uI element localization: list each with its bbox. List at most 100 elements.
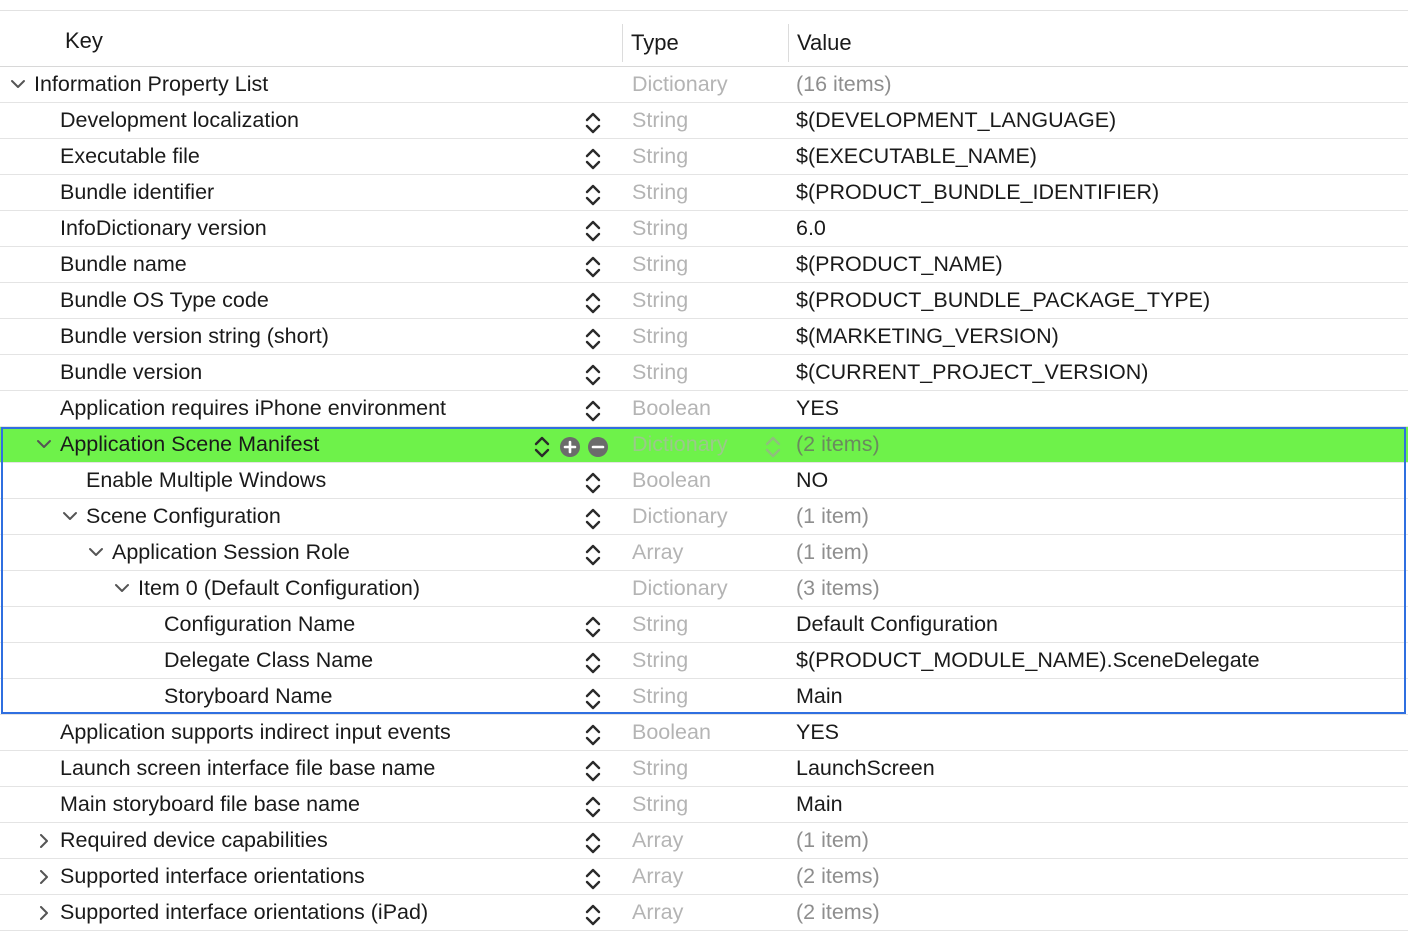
row-type[interactable]: Boolean — [632, 391, 711, 426]
row-type[interactable]: String — [632, 175, 688, 210]
row-type[interactable]: String — [632, 319, 688, 354]
row-type[interactable]: String — [632, 355, 688, 390]
type-popup-stepper-icon[interactable] — [764, 435, 784, 458]
plist-row[interactable]: InfoDictionary version String 6.0 — [0, 211, 1408, 247]
minus-circle-icon[interactable] — [587, 436, 608, 457]
plist-row[interactable]: Delegate Class Name String $(PRODUCT_MODUL… — [0, 643, 1408, 679]
up-down-stepper-icon[interactable] — [584, 363, 604, 386]
chevron-down-icon[interactable] — [34, 427, 54, 462]
row-value[interactable]: $(MARKETING_VERSION) — [796, 319, 1059, 354]
plist-row[interactable]: Executable file String $(EXECUTABLE_NAME) — [0, 139, 1408, 175]
row-value[interactable]: $(CURRENT_PROJECT_VERSION) — [796, 355, 1148, 390]
plist-row[interactable]: Development localization String $(DEVELOPM… — [0, 103, 1408, 139]
plus-circle-icon[interactable] — [559, 436, 580, 457]
row-type[interactable]: String — [632, 283, 688, 318]
row-value[interactable]: (2 items) — [796, 895, 880, 930]
up-down-stepper-icon[interactable] — [584, 867, 604, 890]
up-down-stepper-icon[interactable] — [584, 543, 604, 566]
plist-row[interactable]: Required device capabilities Array (1 item… — [0, 823, 1408, 859]
up-down-stepper-icon[interactable] — [584, 111, 604, 134]
plist-row[interactable]: Application Session Role Array (1 item) — [0, 535, 1408, 571]
plist-row[interactable]: Bundle identifier String $(PRODUCT_BUNDLE_… — [0, 175, 1408, 211]
row-value[interactable]: LaunchScreen — [796, 751, 935, 786]
row-value[interactable]: Main — [796, 679, 843, 714]
up-down-stepper-icon[interactable] — [584, 795, 604, 818]
plist-row[interactable]: Bundle OS Type code String $(PRODUCT_BUNDL… — [0, 283, 1408, 319]
plist-row[interactable]: Supported interface orientations Array (2 … — [0, 859, 1408, 895]
row-value[interactable]: (1 item) — [796, 823, 869, 858]
up-down-stepper-icon[interactable] — [584, 219, 604, 242]
row-type[interactable]: Array — [632, 535, 683, 570]
column-header-type[interactable]: Type — [622, 24, 679, 62]
row-type[interactable]: Boolean — [632, 715, 711, 750]
row-value[interactable]: $(DEVELOPMENT_LANGUAGE) — [796, 103, 1116, 138]
plist-row[interactable]: Storyboard Name String Main — [0, 679, 1408, 715]
row-value[interactable]: (3 items) — [796, 571, 880, 606]
plist-row[interactable]: Supported interface orientations (iPad) A… — [0, 895, 1408, 931]
row-value[interactable]: NO — [796, 463, 828, 498]
row-value[interactable]: $(PRODUCT_NAME) — [796, 247, 1003, 282]
row-value[interactable]: YES — [796, 391, 839, 426]
row-type[interactable]: Dictionary — [632, 427, 728, 462]
row-type[interactable]: Array — [632, 859, 683, 894]
up-down-stepper-icon[interactable] — [584, 831, 604, 854]
plist-row[interactable]: Main storyboard file base name String Main — [0, 787, 1408, 823]
row-type[interactable]: Dictionary — [632, 499, 728, 534]
chevron-right-icon[interactable] — [34, 823, 54, 858]
up-down-stepper-icon[interactable] — [584, 183, 604, 206]
up-down-stepper-icon[interactable] — [584, 471, 604, 494]
up-down-stepper-icon[interactable] — [584, 687, 604, 710]
column-header-key[interactable]: Key — [65, 22, 103, 66]
row-type[interactable]: String — [632, 247, 688, 282]
row-value[interactable]: (16 items) — [796, 67, 892, 102]
row-value[interactable]: Default Configuration — [796, 607, 998, 642]
plist-row[interactable]: Bundle name String $(PRODUCT_NAME) — [0, 247, 1408, 283]
row-type[interactable]: Array — [632, 823, 683, 858]
up-down-stepper-icon[interactable] — [584, 507, 604, 530]
row-value[interactable]: $(EXECUTABLE_NAME) — [796, 139, 1037, 174]
row-type[interactable]: String — [632, 679, 688, 714]
chevron-down-icon[interactable] — [60, 499, 80, 534]
row-value[interactable]: $(PRODUCT_BUNDLE_PACKAGE_TYPE) — [796, 283, 1210, 318]
chevron-down-icon[interactable] — [86, 535, 106, 570]
row-type[interactable]: Array — [632, 895, 683, 930]
chevron-down-icon[interactable] — [8, 67, 28, 102]
plist-row[interactable]: Configuration Name String Default Configur… — [0, 607, 1408, 643]
up-down-stepper-icon[interactable] — [584, 759, 604, 782]
up-down-stepper-icon[interactable] — [584, 651, 604, 674]
plist-row[interactable]: Application supports indirect input even… — [0, 715, 1408, 751]
up-down-stepper-icon[interactable] — [533, 435, 553, 458]
row-value[interactable]: (1 item) — [796, 499, 869, 534]
row-value[interactable]: 6.0 — [796, 211, 826, 246]
up-down-stepper-icon[interactable] — [584, 399, 604, 422]
row-value[interactable]: (2 items) — [796, 427, 880, 462]
chevron-right-icon[interactable] — [34, 859, 54, 894]
row-value[interactable]: Main — [796, 787, 843, 822]
chevron-right-icon[interactable] — [34, 895, 54, 930]
plist-row[interactable]: Application requires iPhone environment B… — [0, 391, 1408, 427]
plist-row[interactable]: Bundle version String $(CURRENT_PROJECT_VE… — [0, 355, 1408, 391]
row-value[interactable]: $(PRODUCT_BUNDLE_IDENTIFIER) — [796, 175, 1159, 210]
row-type[interactable]: Dictionary — [632, 67, 728, 102]
row-value[interactable]: (2 items) — [796, 859, 880, 894]
row-type[interactable]: String — [632, 751, 688, 786]
row-type[interactable]: Boolean — [632, 463, 711, 498]
row-type[interactable]: String — [632, 139, 688, 174]
row-type[interactable]: String — [632, 607, 688, 642]
row-value[interactable]: YES — [796, 715, 839, 750]
up-down-stepper-icon[interactable] — [584, 327, 604, 350]
row-type[interactable]: String — [632, 103, 688, 138]
plist-row[interactable]: Item 0 (Default Configuration) Dictionary… — [0, 571, 1408, 607]
up-down-stepper-icon[interactable] — [584, 615, 604, 638]
row-type[interactable]: Dictionary — [632, 571, 728, 606]
up-down-stepper-icon[interactable] — [584, 147, 604, 170]
up-down-stepper-icon[interactable] — [584, 255, 604, 278]
plist-row[interactable]: Scene Configuration Dictionary (1 item) — [0, 499, 1408, 535]
row-value[interactable]: (1 item) — [796, 535, 869, 570]
up-down-stepper-icon[interactable] — [584, 723, 604, 746]
row-type[interactable]: String — [632, 643, 688, 678]
row-value[interactable]: $(PRODUCT_MODULE_NAME).SceneDelegate — [796, 643, 1260, 678]
row-type[interactable]: String — [632, 787, 688, 822]
chevron-down-icon[interactable] — [112, 571, 132, 606]
plist-row[interactable]: Enable Multiple Windows Boolean NO — [0, 463, 1408, 499]
